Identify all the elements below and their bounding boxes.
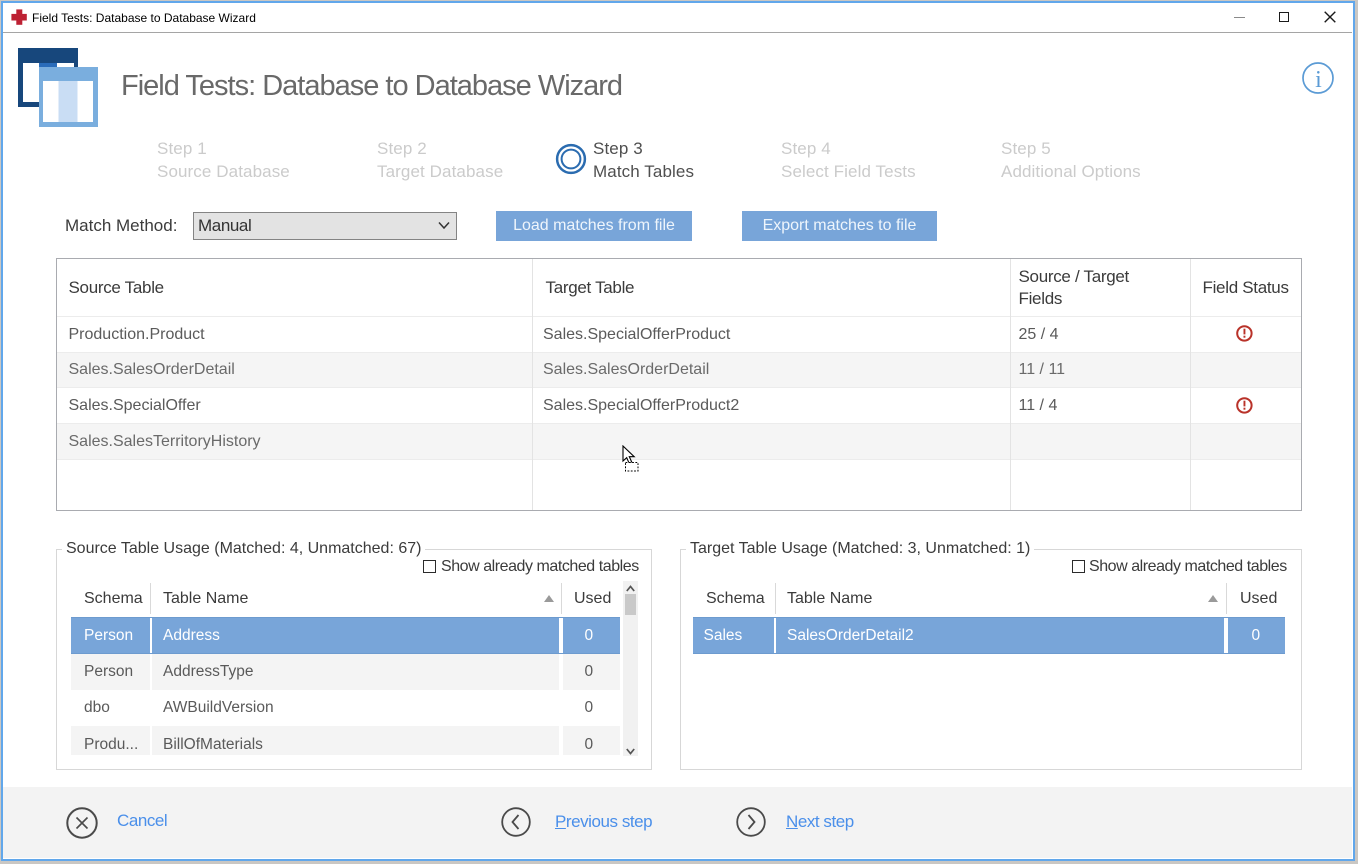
svg-text:i: i xyxy=(1315,67,1322,93)
